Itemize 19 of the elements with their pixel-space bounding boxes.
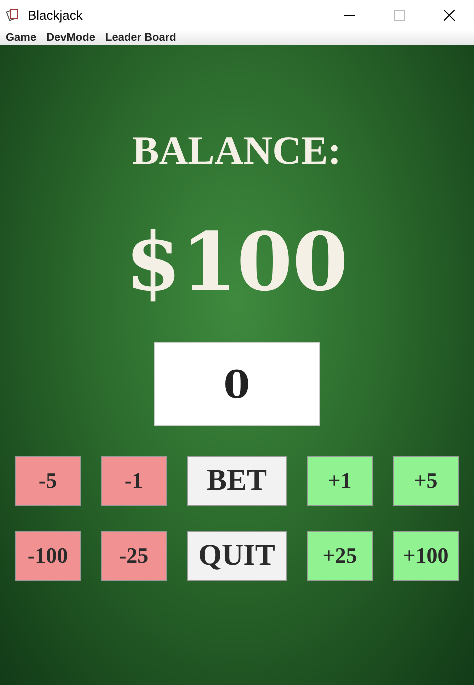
bet-adjust-button[interactable]: -100 [15,531,81,581]
balance-amount: $100 [126,222,348,302]
bet-adjust-button[interactable]: -5 [15,456,81,506]
action-button[interactable]: QUIT [187,531,287,581]
action-button[interactable]: BET [187,456,287,506]
balance-label: BALANCE: [132,127,342,174]
cards-icon [6,8,20,22]
menu-item[interactable]: Leader Board [105,32,176,44]
close-icon[interactable] [444,10,454,20]
window-title: Blackjack [28,8,84,22]
bet-amount-display: 0 [154,342,320,426]
bet-adjust-button[interactable]: +25 [307,531,373,581]
bet-adjust-button[interactable]: +5 [393,456,459,506]
bet-adjust-button[interactable]: +100 [393,531,459,581]
bet-adjust-button[interactable]: -1 [101,456,167,506]
menu-item[interactable]: Game [6,32,37,44]
bet-adjust-button[interactable]: -25 [101,531,167,581]
menu-item[interactable]: DevMode [46,32,96,44]
bet-adjust-button[interactable]: +1 [307,456,373,506]
